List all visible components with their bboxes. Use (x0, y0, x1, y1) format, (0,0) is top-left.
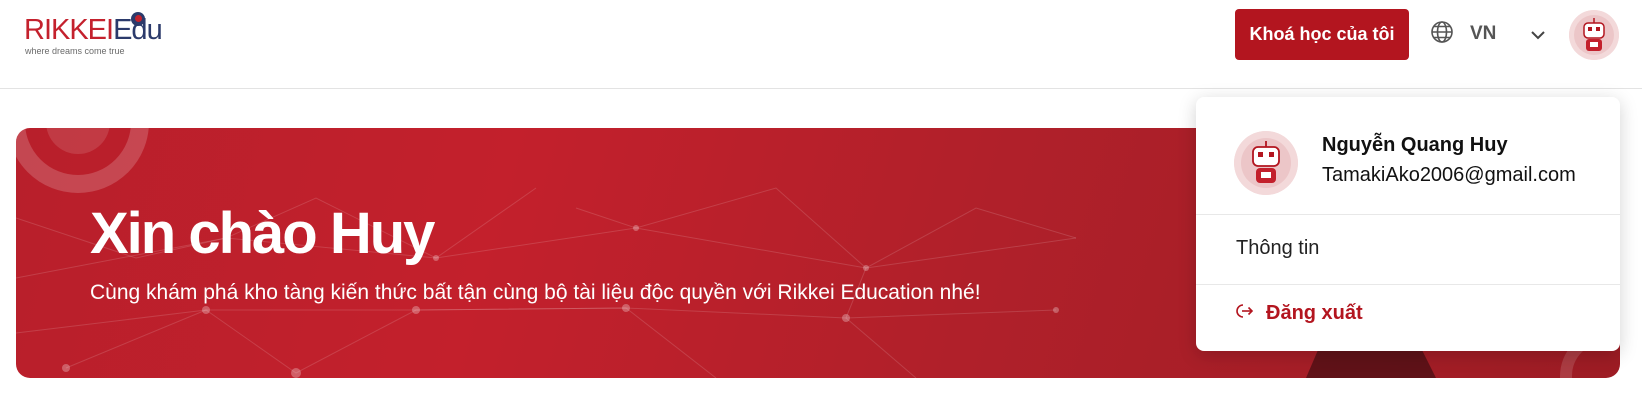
my-courses-button[interactable]: Khoá học của tôi (1235, 9, 1409, 60)
banner-subtitle: Cùng khám phá kho tàng kiến thức bất tận… (90, 281, 981, 304)
menu-item-profile-info[interactable]: Thông tin (1236, 237, 1319, 260)
logo-brand-prefix: RIKKEI (24, 14, 114, 46)
logo-mark-icon (131, 12, 145, 26)
user-menu-dropdown: Nguyễn Quang Huy TamakiAko2006@gmail.com… (1196, 97, 1620, 351)
logo-tagline: where dreams come true (25, 46, 125, 56)
robot-avatar-icon (1569, 10, 1619, 60)
user-menu-avatar (1234, 131, 1298, 195)
menu-item-logout[interactable]: Đăng xuất (1236, 302, 1363, 325)
rikkei-edu-logo[interactable]: RIKKEIEdu where dreams come true (24, 12, 163, 58)
page: RIKKEIEdu where dreams come true Khoá họ… (0, 0, 1642, 404)
user-email: TamakiAko2006@gmail.com (1322, 164, 1576, 186)
user-full-name: Nguyễn Quang Huy (1322, 134, 1508, 156)
robot-avatar-icon (1234, 131, 1298, 195)
menu-divider (1196, 214, 1620, 215)
chevron-down-icon[interactable] (1527, 24, 1549, 46)
top-header: RIKKEIEdu where dreams come true Khoá họ… (0, 0, 1642, 89)
language-label: VN (1470, 23, 1497, 44)
user-avatar-button[interactable] (1569, 10, 1619, 60)
banner-greeting: Xin chào Huy (90, 201, 435, 266)
logout-label: Đăng xuất (1266, 302, 1363, 324)
globe-icon (1430, 20, 1454, 49)
language-selector[interactable]: VN (1430, 17, 1496, 51)
menu-divider (1196, 284, 1620, 285)
logout-icon (1236, 302, 1254, 325)
